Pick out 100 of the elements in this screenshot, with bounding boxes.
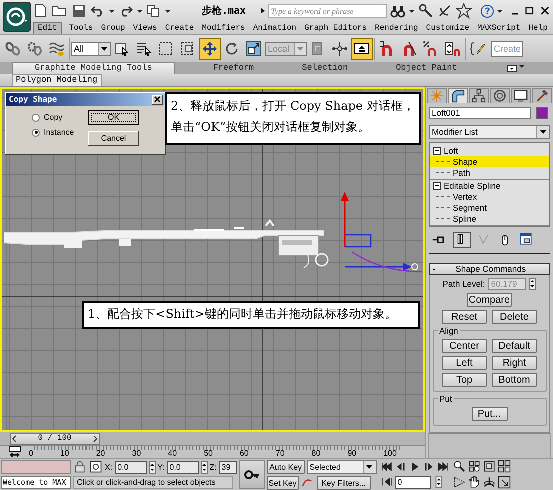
stack-sub-item[interactable]: Shape: [430, 156, 549, 167]
zoom-extents-icon[interactable]: [482, 460, 496, 473]
radio-button[interactable]: [32, 128, 40, 136]
menu-item[interactable]: Help: [528, 22, 549, 34]
caret-icon[interactable]: [137, 10, 143, 12]
command-panel-tab[interactable]: [511, 88, 531, 103]
panel-button[interactable]: Put...: [472, 407, 508, 421]
panel-button[interactable]: Left: [442, 356, 487, 370]
project-folder-icon[interactable]: [146, 3, 162, 19]
toolbar-button[interactable]: [351, 38, 373, 60]
radio-option[interactable]: Instance: [32, 128, 74, 137]
stack-item[interactable]: Loft: [430, 145, 549, 156]
help-button[interactable]: ?: [481, 4, 494, 18]
command-panel-tab[interactable]: [448, 88, 468, 103]
selection-filter-dropdown[interactable]: All: [71, 42, 111, 56]
stack-item[interactable]: Editable Spline: [430, 180, 549, 191]
panel-button[interactable]: Compare: [467, 293, 512, 307]
object-name-field[interactable]: Loft001: [429, 107, 531, 119]
set-key-button[interactable]: Set Key: [266, 476, 299, 490]
spinner-icon[interactable]: [148, 460, 156, 474]
menu-item[interactable]: MAXScript: [476, 22, 522, 34]
next-frame-icon[interactable]: [422, 460, 435, 473]
menu-item[interactable]: Customize: [425, 22, 470, 34]
menu-item[interactable]: Create: [164, 22, 196, 34]
maximize-viewport-icon[interactable]: [498, 476, 511, 488]
spinner-icon[interactable]: [200, 460, 208, 474]
key-mode-dropdown[interactable]: Selected: [306, 460, 377, 474]
caret-icon[interactable]: [409, 10, 416, 12]
save-icon[interactable]: [71, 3, 87, 19]
menu-item[interactable]: Animation: [252, 22, 298, 34]
radio-option[interactable]: Copy: [32, 113, 74, 122]
lock-icon[interactable]: [73, 460, 87, 474]
zoom-icon[interactable]: [452, 460, 466, 473]
binoculars-icon[interactable]: [390, 3, 406, 19]
curve-editor-icon[interactable]: [8, 446, 22, 458]
panel-button[interactable]: Bottom: [492, 373, 537, 387]
new-file-icon[interactable]: [33, 3, 49, 19]
go-to-start-icon[interactable]: [380, 460, 393, 473]
orbit-icon[interactable]: [482, 476, 496, 488]
menu-item[interactable]: Views: [132, 22, 158, 34]
z-coordinate-field[interactable]: 39: [218, 460, 237, 474]
toolbar-button[interactable]: [199, 38, 221, 60]
search-field[interactable]: Type a keyword or phrase: [268, 4, 388, 18]
ribbon-options-icon[interactable]: [507, 65, 518, 72]
menu-item[interactable]: Modifiers: [201, 22, 246, 34]
collapse-icon[interactable]: [433, 146, 441, 154]
command-panel-tab[interactable]: [490, 88, 510, 103]
configure-sets-icon[interactable]: [520, 233, 534, 247]
pan-icon[interactable]: [468, 476, 481, 488]
previous-frame-icon[interactable]: [394, 460, 407, 473]
panel-button[interactable]: Reset: [442, 310, 487, 324]
menu-item[interactable]: Graph Editors: [304, 22, 368, 34]
absolute-mode-icon[interactable]: [89, 460, 103, 474]
app-logo-icon[interactable]: [3, 2, 31, 32]
spinner-icon[interactable]: [529, 278, 536, 290]
zoom-all-icon[interactable]: [468, 460, 481, 473]
ribbon-tab[interactable]: Graphite Modeling Tools: [12, 62, 176, 74]
y-coordinate-field[interactable]: 0.0: [166, 460, 199, 474]
ribbon-tab[interactable]: Freeform: [203, 63, 264, 74]
menu-item[interactable]: Tools: [68, 22, 94, 34]
command-panel-tab[interactable]: [469, 88, 489, 103]
ribbon-tab[interactable]: Object Paint: [386, 63, 468, 74]
stack-sub-item[interactable]: Vertex: [430, 191, 549, 202]
ribbon-sub-tab[interactable]: Polygon Modeling: [12, 74, 102, 86]
panel-button[interactable]: Default: [492, 339, 537, 353]
key-filters-button[interactable]: Key Filters...: [316, 476, 371, 490]
stack-sub-item[interactable]: Path: [430, 167, 549, 178]
wrench-icon[interactable]: [418, 3, 434, 19]
auto-key-button[interactable]: Auto Key: [266, 460, 305, 474]
x-coordinate-field[interactable]: 0.0: [114, 460, 147, 474]
modifier-list-dropdown[interactable]: Modifier List: [429, 125, 550, 139]
caret-icon[interactable]: [109, 10, 115, 12]
panel-button[interactable]: Right: [492, 356, 537, 370]
menu-item[interactable]: Edit: [33, 22, 62, 34]
key-mode-toggle-icon[interactable]: [380, 476, 393, 488]
search-arrow-icon[interactable]: [259, 7, 266, 15]
dialog-button[interactable]: OK: [88, 110, 140, 125]
collapse-icon[interactable]: [433, 182, 441, 190]
zoom-extents-all-icon[interactable]: [498, 460, 511, 473]
panel-button[interactable]: Top: [442, 373, 487, 387]
time-slider[interactable]: 0 / 100: [10, 432, 100, 444]
set-key-mode-button[interactable]: [238, 460, 265, 489]
menu-item[interactable]: Group: [100, 22, 126, 34]
panel-button[interactable]: Delete: [492, 310, 537, 324]
panel-button[interactable]: Center: [442, 339, 487, 353]
radio-button[interactable]: [32, 114, 40, 122]
stack-sub-item[interactable]: Segment: [430, 202, 549, 213]
star-icon[interactable]: [456, 3, 472, 19]
ribbon-tab[interactable]: Selection: [292, 63, 358, 74]
go-to-end-icon[interactable]: [436, 460, 449, 473]
menu-item[interactable]: Rendering: [374, 22, 420, 34]
dialog-button[interactable]: Cancel: [88, 131, 140, 146]
field-of-view-icon[interactable]: [452, 476, 466, 488]
rollout-header[interactable]: - Shape Commands: [429, 263, 550, 275]
object-color-swatch[interactable]: [536, 107, 548, 119]
maxscript-listener-field[interactable]: [1, 460, 71, 474]
caret-icon[interactable]: [519, 65, 526, 68]
stack-sub-item[interactable]: Spline: [430, 213, 549, 224]
caret-icon[interactable]: [497, 10, 503, 12]
caret-icon[interactable]: [165, 10, 171, 12]
